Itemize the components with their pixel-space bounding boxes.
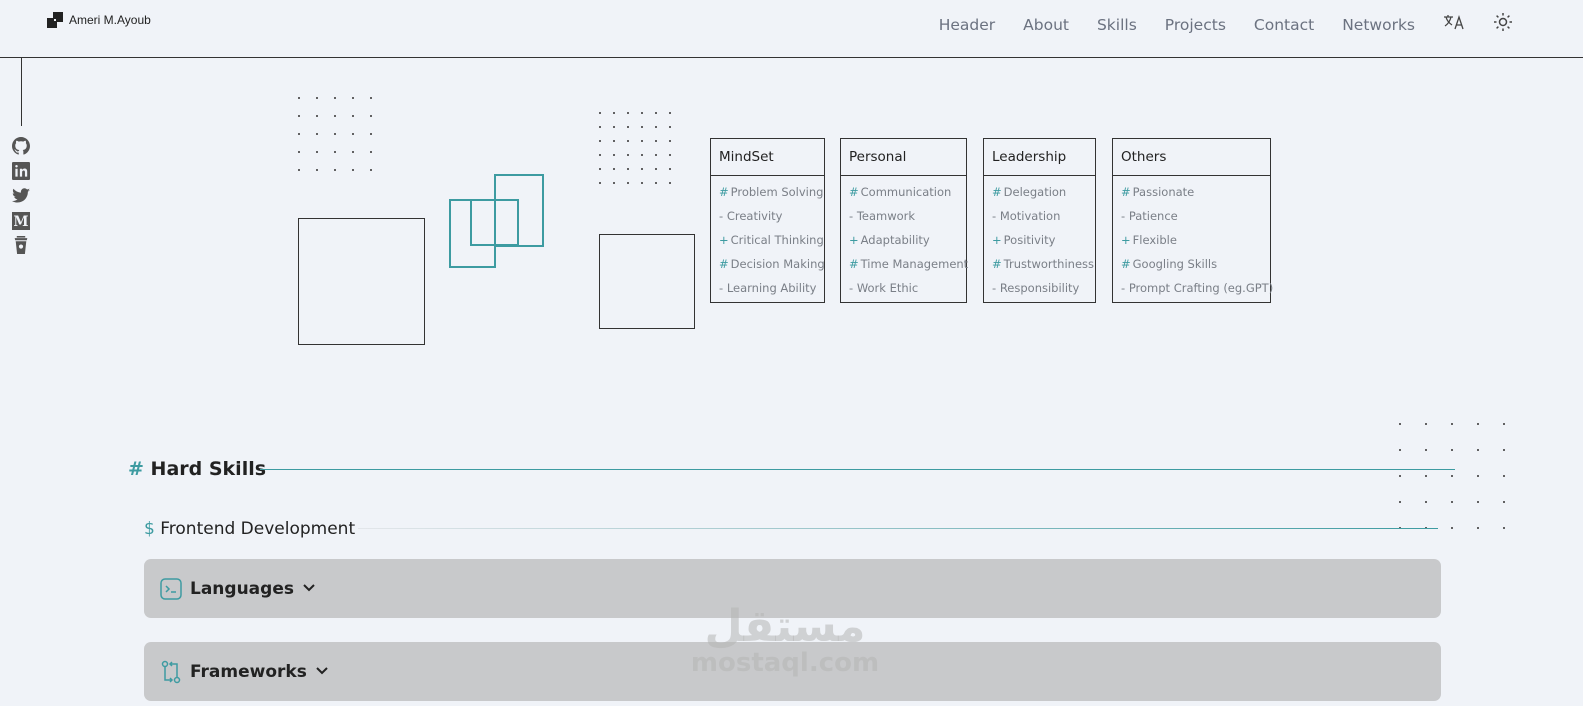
twitter-icon[interactable] (11, 186, 30, 205)
list-item: - Patience (1121, 209, 1178, 223)
social-rail-line (21, 58, 22, 126)
card-title: Personal (841, 139, 966, 176)
decorative-dots (1399, 423, 1505, 529)
list-item: - Creativity (719, 209, 783, 223)
nav-item-about[interactable]: About (1023, 16, 1069, 34)
brand[interactable]: Ameri M.Ayoub (47, 12, 151, 28)
terminal-icon (160, 577, 182, 600)
section-divider (260, 469, 1455, 470)
list-item: # Trustworthiness (992, 257, 1095, 271)
decorative-dots (298, 97, 372, 171)
decorative-dots (599, 112, 671, 184)
social-links: M (11, 136, 30, 255)
list-item: - Motivation (992, 209, 1061, 223)
chevron-down-icon (315, 663, 329, 681)
accordion-label: Frameworks (190, 661, 307, 682)
medium-icon[interactable]: M (11, 211, 30, 230)
chevron-down-icon (302, 580, 316, 598)
list-item: # Communication (849, 185, 952, 199)
accordion-languages[interactable]: Languages (144, 559, 1441, 618)
list-item: - Work Ethic (849, 281, 919, 295)
list-item: - Teamwork (849, 209, 916, 223)
accordion-frameworks[interactable]: Frameworks (144, 642, 1441, 701)
linkedin-icon[interactable] (11, 161, 30, 180)
nav-item-skills[interactable]: Skills (1097, 16, 1137, 34)
list-item: + Adaptability (849, 233, 930, 247)
list-item: # Delegation (992, 185, 1067, 199)
git-compare-icon (160, 660, 182, 683)
card-title: Others (1113, 139, 1270, 176)
svg-text:M: M (13, 214, 28, 230)
list-item: + Critical Thinking (719, 233, 824, 247)
brand-logo-icon (47, 12, 63, 28)
nav-item-networks[interactable]: Networks (1342, 16, 1415, 34)
frontend-heading: $ Frontend Development (144, 519, 356, 539)
card-title: Leadership (984, 139, 1095, 176)
brand-name: Ameri M.Ayoub (69, 13, 151, 27)
main-nav: Header About Skills Projects Contact Net… (939, 12, 1513, 37)
list-item: - Learning Ability (719, 281, 817, 295)
skill-card-leadership: Leadership # Delegation - Motivation + Pos… (983, 138, 1096, 303)
skill-card-mindset: MindSet # Problem Solving - Creativity + C… (710, 138, 825, 303)
list-item: # Problem Solving (719, 185, 824, 199)
buymeacoffee-icon[interactable] (11, 236, 30, 255)
list-item: # Decision Making (719, 257, 825, 271)
list-item: # Googling Skills (1121, 257, 1218, 271)
translate-icon[interactable] (1443, 13, 1465, 36)
skill-card-personal: Personal # Communication - Teamwork + Adap… (840, 138, 969, 303)
nav-item-contact[interactable]: Contact (1254, 16, 1314, 34)
decorative-square (298, 218, 425, 345)
github-icon[interactable] (11, 136, 30, 155)
decorative-square (599, 234, 695, 329)
list-item: - Prompt Crafting (eg.GPT) (1121, 281, 1274, 295)
list-item: # Time Management (849, 257, 969, 271)
sun-icon[interactable] (1493, 12, 1513, 37)
subsection-divider (358, 528, 1438, 529)
accordion-label: Languages (190, 578, 294, 599)
list-item: + Positivity (992, 233, 1056, 247)
nav-item-header[interactable]: Header (939, 16, 995, 34)
list-item: + Flexible (1121, 233, 1177, 247)
list-item: # Passionate (1121, 185, 1195, 199)
list-item: - Responsibility (992, 281, 1080, 295)
card-title: MindSet (711, 139, 824, 176)
top-navbar: Ameri M.Ayoub Header About Skills Projec… (0, 0, 1583, 58)
skill-card-others: Others # Passionate - Patience + Flexible … (1112, 138, 1274, 303)
nav-item-projects[interactable]: Projects (1165, 16, 1226, 34)
hard-skills-heading: # Hard Skills (128, 458, 267, 480)
decorative-teal-square (470, 199, 519, 246)
